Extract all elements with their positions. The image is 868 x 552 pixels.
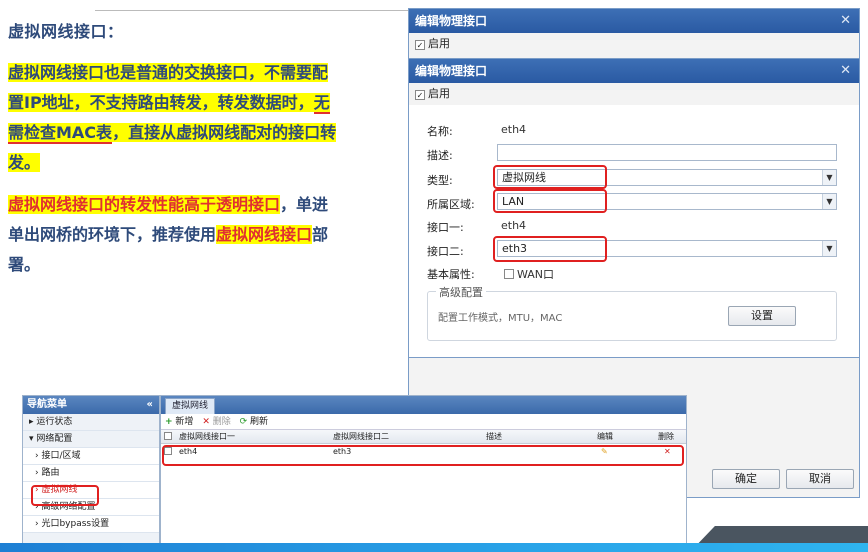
highlight-row: [162, 445, 684, 466]
interface1-label: 接口一:: [427, 221, 464, 234]
name-value: eth4: [501, 123, 527, 136]
interface2-label: 接口二:: [427, 245, 464, 258]
nav-item-status[interactable]: ▸ 运行状态: [23, 414, 159, 431]
checkbox-icon[interactable]: ✓: [415, 90, 425, 100]
delete-button[interactable]: ✕ 删除: [202, 417, 230, 427]
nav-item-interfaces[interactable]: › 接口/区域: [23, 448, 159, 465]
col-edit: 编辑: [597, 432, 613, 441]
tab-virtual-wire[interactable]: 虚拟网线: [165, 398, 216, 414]
enable-checkbox[interactable]: ✓ 启用: [409, 83, 859, 105]
paragraph-1: 虚拟网线接口也是普通的交换接口，不需要配置IP地址，不支持路由转发，转发数据时，…: [8, 58, 338, 178]
chevron-down-icon[interactable]: ▼: [822, 170, 836, 185]
delete-icon: ✕: [202, 417, 210, 427]
ok-button[interactable]: 确定: [712, 469, 780, 489]
plus-icon: +: [165, 417, 173, 427]
nav-item-bypass[interactable]: › 光口bypass设置: [23, 516, 159, 533]
col-interface1[interactable]: 虚拟网线接口一: [179, 430, 235, 444]
nav-item-network[interactable]: ▾ 网络配置: [23, 431, 159, 448]
collapse-icon[interactable]: «: [147, 396, 153, 414]
chevron-down-icon[interactable]: ▼: [822, 241, 836, 256]
explanation-text: 虚拟网线接口： 虚拟网线接口也是普通的交换接口，不需要配置IP地址，不支持路由转…: [8, 18, 338, 280]
select-all-checkbox[interactable]: [164, 430, 175, 444]
name-label: 名称:: [427, 125, 453, 138]
checkbox-icon[interactable]: ✓: [415, 40, 425, 50]
highlight-type: [493, 165, 607, 189]
heading: 虚拟网线接口：: [8, 22, 124, 41]
edit-interface-dialog: 编辑物理接口 ✕ ✓ 启用 名称: eth4 描述: 类型: 虚拟网线 ▼ 所属区域:…: [408, 58, 860, 358]
col-interface2[interactable]: 虚拟网线接口二: [333, 430, 389, 444]
advanced-desc: 配置工作模式，MTU，MAC: [438, 313, 563, 324]
toolbar: + 新增 ✕ 删除 ⟳ 刷新: [161, 414, 686, 430]
chevron-down-icon[interactable]: ▼: [822, 194, 836, 209]
close-icon[interactable]: ✕: [840, 59, 851, 83]
zone-label: 所属区域:: [427, 198, 475, 211]
col-delete: 删除: [658, 432, 674, 441]
interface1-value: eth4: [501, 219, 527, 232]
performance-claim: 虚拟网线接口的转发性能高于透明接口: [8, 195, 281, 214]
checkbox-icon[interactable]: [504, 269, 514, 279]
dialog-back-title: 编辑物理接口 ✕: [409, 9, 859, 33]
decor-blue-band: [0, 543, 868, 552]
grid-header: 虚拟网线接口一 虚拟网线接口二 描述 编辑 删除: [161, 430, 686, 444]
tab-bar: 虚拟网线: [161, 396, 686, 414]
close-icon[interactable]: ✕: [840, 9, 851, 33]
term-virtual-wire-2: 虚拟网线接口: [216, 225, 313, 244]
dialog-title: 编辑物理接口 ✕: [409, 59, 859, 83]
term-virtual-wire: 虚拟网线接口: [8, 63, 105, 82]
highlight-zone: [493, 189, 607, 213]
cancel-button[interactable]: 取消: [786, 469, 854, 489]
refresh-icon: ⟳: [239, 417, 248, 427]
highlight-interface2: [493, 236, 607, 262]
highlight-nav-virtual-wire: [31, 485, 99, 506]
basic-attr-label: 基本属性:: [427, 268, 475, 281]
refresh-button[interactable]: ⟳ 刷新: [240, 417, 268, 427]
enable-checkbox-back[interactable]: ✓ 启用: [409, 33, 859, 55]
slide: 虚拟网线接口： 虚拟网线接口也是普通的交换接口，不需要配置IP地址，不支持路由转…: [0, 0, 868, 552]
advanced-group: 高级配置 配置工作模式，MTU，MAC 设置: [427, 284, 837, 341]
nav-title: 导航菜单 «: [23, 396, 159, 414]
wan-checkbox[interactable]: WAN口: [504, 266, 554, 282]
paragraph-2: 虚拟网线接口的转发性能高于透明接口，单进单出网桥的环境下，推荐使用虚拟网线接口部…: [8, 190, 338, 280]
settings-button[interactable]: 设置: [728, 306, 796, 326]
advanced-title: 高级配置: [436, 284, 486, 300]
type-label: 类型:: [427, 174, 453, 187]
nav-menu: 导航菜单 « ▸ 运行状态 ▾ 网络配置 › 接口/区域 › 路由 › 虚拟网线 …: [22, 395, 160, 545]
nav-item-routing[interactable]: › 路由: [23, 465, 159, 482]
col-description[interactable]: 描述: [486, 430, 502, 444]
virtual-wire-panel: 虚拟网线 + 新增 ✕ 删除 ⟳ 刷新 虚拟网线接口一 虚拟网线接口二 描述 编…: [160, 395, 687, 545]
add-button[interactable]: + 新增: [165, 417, 193, 427]
description-label: 描述:: [427, 149, 453, 162]
description-input[interactable]: [497, 144, 837, 161]
